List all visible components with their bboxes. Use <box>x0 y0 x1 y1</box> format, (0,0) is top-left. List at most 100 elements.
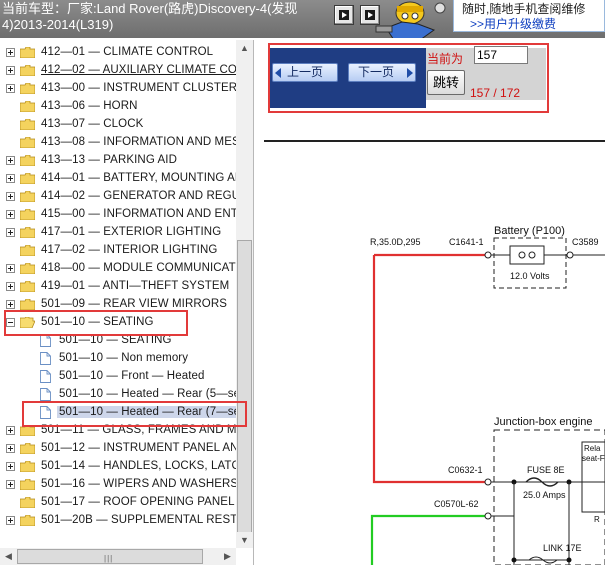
tree-item-label: 414—02 — GENERATOR AND REGULATOR <box>41 190 236 202</box>
play-button[interactable] <box>334 5 354 25</box>
scroll-left-icon[interactable]: ◀ <box>0 548 17 564</box>
wire-label: R,35.0D,295 <box>370 237 421 247</box>
tree-item-label: 412—01 — CLIMATE CONTROL <box>41 46 214 58</box>
vertical-scroll-thumb[interactable] <box>237 240 252 540</box>
tree-item[interactable]: 501—16 — WIPERS AND WASHERS <box>0 476 236 494</box>
expand-icon[interactable] <box>6 210 15 219</box>
folder-icon <box>19 172 36 185</box>
tree-subitem[interactable]: 501—10 — Heated — Rear (7—seat) <box>0 404 236 422</box>
tree-item-label: 413—06 — HORN <box>41 100 138 112</box>
connector-label-c3589: C3589 <box>572 237 599 247</box>
expand-icon[interactable] <box>6 462 15 471</box>
folder-icon <box>19 136 36 149</box>
document-icon <box>40 334 51 347</box>
folder-icon <box>19 82 36 95</box>
tree-item[interactable]: 419—01 — ANTI—THEFT SYSTEM <box>0 278 236 296</box>
tree-subitem[interactable]: 501—10 — Non memory <box>0 350 236 368</box>
folder-icon <box>19 442 36 455</box>
relay-label-3: R <box>594 515 600 524</box>
previous-page-button[interactable]: 上一页 <box>272 63 338 82</box>
tree-item[interactable]: 501—17 — ROOF OPENING PANEL <box>0 494 236 512</box>
expand-icon[interactable] <box>6 192 15 201</box>
tree-item[interactable]: 413—07 — CLOCK <box>0 116 236 134</box>
folder-icon <box>19 298 36 311</box>
expand-icon[interactable] <box>6 48 15 57</box>
tree-item[interactable]: 501—10 — SEATING <box>0 314 236 332</box>
horizontal-scrollbar[interactable]: ◀ ||| ▶ <box>0 548 236 565</box>
expand-icon[interactable] <box>6 228 15 237</box>
connector-label-c1641: C1641-1 <box>449 237 484 247</box>
horizontal-scroll-thumb[interactable]: ||| <box>17 549 203 564</box>
tree-item-label: 413—13 — PARKING AID <box>41 154 178 166</box>
expand-icon[interactable] <box>6 426 15 435</box>
arrow-right-icon <box>407 68 413 78</box>
tree-item[interactable]: 412—01 — CLIMATE CONTROL <box>0 44 236 62</box>
tree-item[interactable]: 413—13 — PARKING AID <box>0 152 236 170</box>
tree-item[interactable]: 413—06 — HORN <box>0 98 236 116</box>
current-page-label: 当前为 <box>427 52 464 66</box>
page-navigation-toolbar: 上一页 下一页 当前为 跳转 157 / 172 <box>264 42 604 112</box>
tree-item[interactable]: 418—00 — MODULE COMMUNICATIONS NETWORK <box>0 260 236 278</box>
vehicle-model-line2: 4)2013-2014(L319) <box>2 17 114 32</box>
tree-item[interactable]: 413—00 — INSTRUMENT CLUSTER <box>0 80 236 98</box>
tree-item[interactable]: 501—09 — REAR VIEW MIRRORS <box>0 296 236 314</box>
scroll-up-icon[interactable]: ▲ <box>236 40 253 56</box>
folder-icon <box>19 496 36 509</box>
tree-subitem[interactable]: 501—10 — Heated — Rear (5—seat) <box>0 386 236 404</box>
tree-subitem[interactable]: 501—10 — SEATING <box>0 332 236 350</box>
tree-item[interactable]: 501—14 — HANDLES, LOCKS, LATCHES <box>0 458 236 476</box>
expand-icon[interactable] <box>6 444 15 453</box>
expand-icon[interactable] <box>6 516 15 525</box>
relay-label: Rela <box>584 444 601 453</box>
folder-icon <box>19 244 36 257</box>
scroll-down-icon[interactable]: ▼ <box>236 532 253 548</box>
folder-icon <box>19 46 36 59</box>
collapse-icon[interactable] <box>6 318 15 327</box>
expand-icon[interactable] <box>6 264 15 273</box>
page-number-input[interactable] <box>474 46 528 64</box>
promo-banner[interactable]: 随时,随地手机查阅维修 >>用户升级缴费 <box>453 0 605 32</box>
vertical-scrollbar[interactable]: ▲ ▼ <box>236 40 253 548</box>
expand-icon[interactable] <box>6 480 15 489</box>
tree-item-label: 417—01 — EXTERIOR LIGHTING <box>41 226 222 238</box>
expand-icon[interactable] <box>6 300 15 309</box>
tree-item[interactable]: 501—11 — GLASS, FRAMES AND MECHANISMS <box>0 422 236 440</box>
tree-item[interactable]: 414—02 — GENERATOR AND REGULATOR <box>0 188 236 206</box>
tree-item[interactable]: 417—01 — EXTERIOR LIGHTING <box>0 224 236 242</box>
folder-icon <box>19 460 36 473</box>
tree-item[interactable]: 413—08 — INFORMATION AND MESSAGE CENTER <box>0 134 236 152</box>
expand-icon[interactable] <box>6 282 15 291</box>
tree-item[interactable]: 417—02 — INTERIOR LIGHTING <box>0 242 236 260</box>
upgrade-link[interactable]: >>用户升级缴费 <box>470 15 556 32</box>
scroll-right-icon[interactable]: ▶ <box>219 548 236 564</box>
expand-icon[interactable] <box>6 156 15 165</box>
tree-item-label: 412—02 — AUXILIARY CLIMATE CONTROL <box>41 64 236 76</box>
tree-subitem[interactable]: 501—10 — Front — Heated <box>0 368 236 386</box>
tree-item-label: 501—10 — Front — Heated <box>59 370 205 382</box>
relay-label-2: seat-F <box>582 454 605 463</box>
expand-icon[interactable] <box>6 84 15 93</box>
expand-icon[interactable] <box>6 174 15 183</box>
jump-button[interactable]: 跳转 <box>427 70 465 95</box>
document-icon <box>40 388 51 401</box>
folder-icon <box>19 190 36 203</box>
tree-item-label: 419—01 — ANTI—THEFT SYSTEM <box>41 280 230 292</box>
folder-icon <box>19 280 36 293</box>
expand-icon[interactable] <box>6 66 15 75</box>
tree-item-label: 501—10 — SEATING <box>59 334 172 346</box>
tree-item-label: 413—08 — INFORMATION AND MESSAGE CENTER <box>41 136 236 148</box>
tree-item[interactable]: 501—20B — SUPPLEMENTAL RESTRAINT SYSTEM <box>0 512 236 530</box>
folder-icon <box>19 424 36 437</box>
tree-item-label: 501—20B — SUPPLEMENTAL RESTRAINT SYSTEM <box>41 514 236 526</box>
tree-item[interactable]: 415—00 — INFORMATION AND ENTERTAINMENT <box>0 206 236 224</box>
mascot-icon <box>375 1 446 40</box>
vehicle-model-label: 当前车型：厂家:Land Rover(路虎)Discovery-4(发现 4)2… <box>2 1 302 33</box>
folder-icon <box>19 478 36 491</box>
tree-item[interactable]: 412—02 — AUXILIARY CLIMATE CONTROL <box>0 62 236 80</box>
tree-item-label: 501—17 — ROOF OPENING PANEL <box>41 496 235 508</box>
tree-item[interactable]: 414—01 — BATTERY, MOUNTING AND CABLES <box>0 170 236 188</box>
next-page-button[interactable]: 下一页 <box>348 63 416 82</box>
tree-item-label: 501—10 — SEATING <box>41 316 154 328</box>
tree-item-label: 413—07 — CLOCK <box>41 118 144 130</box>
tree-item[interactable]: 501—12 — INSTRUMENT PANEL AND CONSOLE <box>0 440 236 458</box>
